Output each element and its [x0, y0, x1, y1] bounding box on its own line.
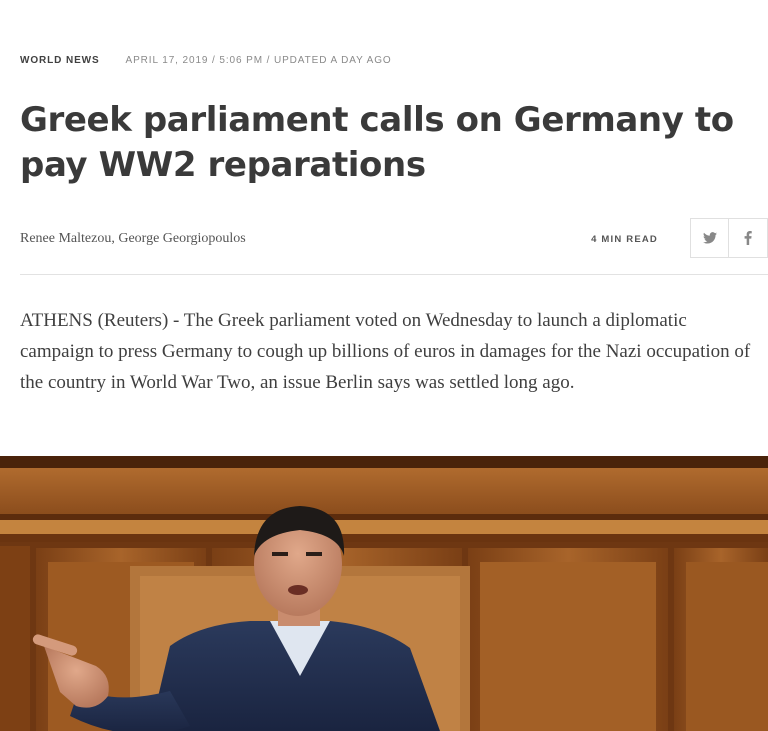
hero-photo-illustration [0, 456, 768, 731]
twitter-share-button[interactable] [690, 218, 729, 258]
twitter-icon [702, 232, 717, 244]
facebook-icon [744, 231, 752, 245]
authors: Renee Maltezou, George Georgiopoulos [20, 231, 246, 246]
page-title: Greek parliament calls on Germany to pay… [20, 100, 734, 185]
channel-label[interactable]: World News [20, 55, 100, 66]
timestamp: April 17, 2019 / 5:06 PM / Updated a day… [125, 55, 392, 66]
article: World News April 17, 2019 / 5:06 PM / Upd… [0, 0, 768, 731]
byline-row: Renee Maltezou, George Georgiopoulos 4 M… [20, 218, 768, 275]
article-lede: ATHENS (Reuters) - The Greek parliament … [20, 310, 751, 393]
share-buttons [690, 218, 768, 258]
hero-photo[interactable] [0, 456, 768, 731]
article-meta: World News April 17, 2019 / 5:06 PM / Upd… [20, 55, 392, 66]
facebook-share-button[interactable] [729, 218, 768, 258]
read-time: 4 Min Read [591, 234, 658, 245]
